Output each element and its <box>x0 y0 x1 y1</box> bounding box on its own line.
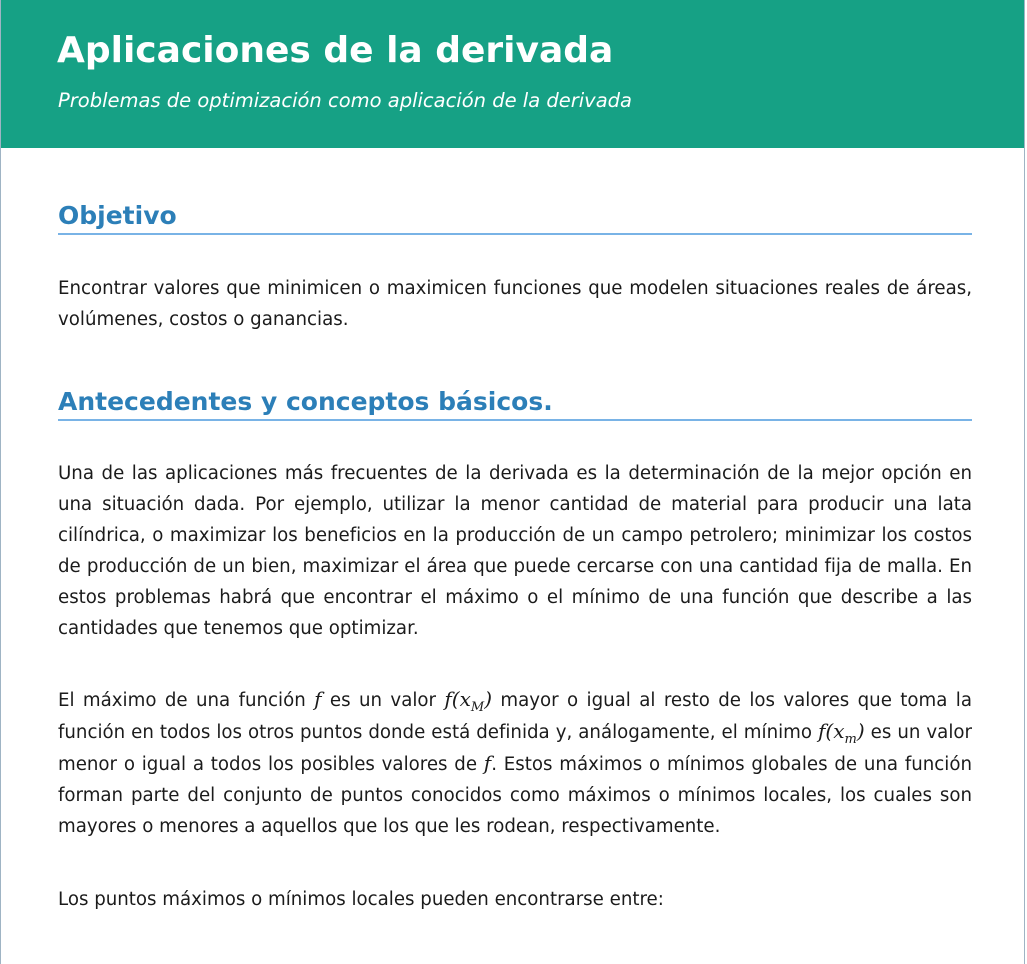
math-base: f(x <box>444 687 471 711</box>
math-f: f <box>314 687 322 711</box>
math-f-x-max: f(xM) <box>444 687 492 714</box>
math-base: f(x <box>818 719 845 743</box>
antecedentes-paragraph-1: Una de las aplicaciones más frecuentes d… <box>58 463 972 639</box>
header-banner: Aplicaciones de la derivada Problemas de… <box>1 0 1024 148</box>
math-subscript: m <box>844 732 857 747</box>
antecedentes-paragraph-2: El máximo de una función f es un valor f… <box>58 684 972 842</box>
objetivo-paragraph: Encontrar valores que minimicen o maximi… <box>58 278 972 330</box>
section-heading-antecedentes: Antecedentes y conceptos básicos. <box>58 387 972 421</box>
page-title: Aplicaciones de la derivada <box>57 30 614 71</box>
math-close: ) <box>484 687 492 711</box>
math-subscript: M <box>470 700 485 715</box>
text-segment: es un valor <box>321 690 445 711</box>
math-close: ) <box>856 719 865 743</box>
antecedentes-paragraph-3: Los puntos máximos o mínimos locales pue… <box>58 889 664 910</box>
text-segment: El máximo de una función <box>58 690 315 711</box>
document-page: Aplicaciones de la derivada Problemas de… <box>0 0 1025 964</box>
math-f-x-min: f(xm) <box>818 719 865 746</box>
page-subtitle: Problemas de optimización como aplicació… <box>58 89 632 112</box>
section-heading-objetivo: Objetivo <box>58 201 972 235</box>
document-content: Objetivo Encontrar valores que minimicen… <box>58 148 972 915</box>
